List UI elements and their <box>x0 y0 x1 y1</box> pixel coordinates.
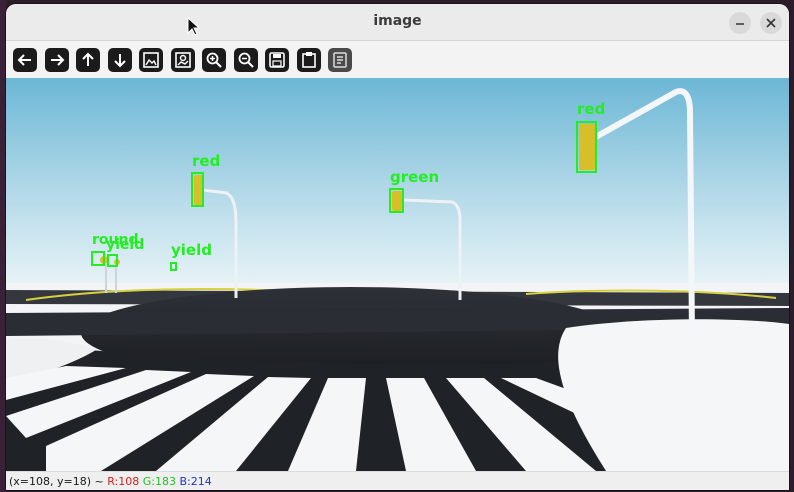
arrow-down-icon <box>114 54 126 68</box>
status-bar: (x=108, y=18) ~ R:108 G:183 B:214 <box>6 471 789 490</box>
arrow-left-icon <box>17 54 31 66</box>
pan-up-button[interactable] <box>76 48 100 72</box>
detection-label: red <box>192 152 220 170</box>
zoom-in-icon <box>206 52 222 68</box>
traffic-light <box>579 124 595 170</box>
arrow-right-icon <box>51 54 65 66</box>
window-title: image <box>373 13 422 29</box>
cursor-coordinates: (x=108, y=18) ~ <box>9 475 108 488</box>
image-zoom-icon <box>175 52 191 68</box>
close-button[interactable] <box>760 12 782 34</box>
detection-label: red <box>577 100 605 118</box>
image-icon <box>143 52 159 68</box>
clipboard-icon <box>302 52 316 68</box>
properties-button[interactable] <box>328 48 352 72</box>
save-icon <box>269 52 285 68</box>
close-icon <box>766 18 776 28</box>
properties-icon <box>333 52 347 68</box>
image-canvas[interactable]: red green red yield round yield <box>6 78 789 471</box>
title-bar[interactable]: image <box>6 4 789 41</box>
arrow-up-icon <box>82 52 94 66</box>
image-window: image red green red yield round yield (x… <box>6 4 789 490</box>
zoom-fit-button[interactable] <box>171 48 195 72</box>
detection-label: green <box>390 168 439 186</box>
copy-clipboard-button[interactable] <box>297 48 321 72</box>
save-button[interactable] <box>265 48 289 72</box>
pixel-blue-value: B:214 <box>179 475 212 488</box>
pixel-red-value: R:108 <box>107 475 140 488</box>
right-sidewalk <box>558 319 789 471</box>
mouse-cursor-icon <box>187 17 201 36</box>
toolbar <box>6 41 789 78</box>
detection-label: yield <box>171 241 212 259</box>
minimize-button[interactable] <box>729 12 751 34</box>
zoom-out-icon <box>238 52 254 68</box>
detection-label: yield <box>106 237 144 253</box>
scene-image: red green red yield round yield <box>6 78 789 471</box>
zoom-in-button[interactable] <box>202 48 226 72</box>
zoom-reset-button[interactable] <box>139 48 163 72</box>
pan-right-button[interactable] <box>45 48 69 72</box>
pixel-green-value: G:183 <box>142 475 176 488</box>
pan-left-button[interactable] <box>13 48 37 72</box>
minimize-icon <box>736 23 744 25</box>
zoom-out-button[interactable] <box>234 48 258 72</box>
pan-down-button[interactable] <box>108 48 132 72</box>
